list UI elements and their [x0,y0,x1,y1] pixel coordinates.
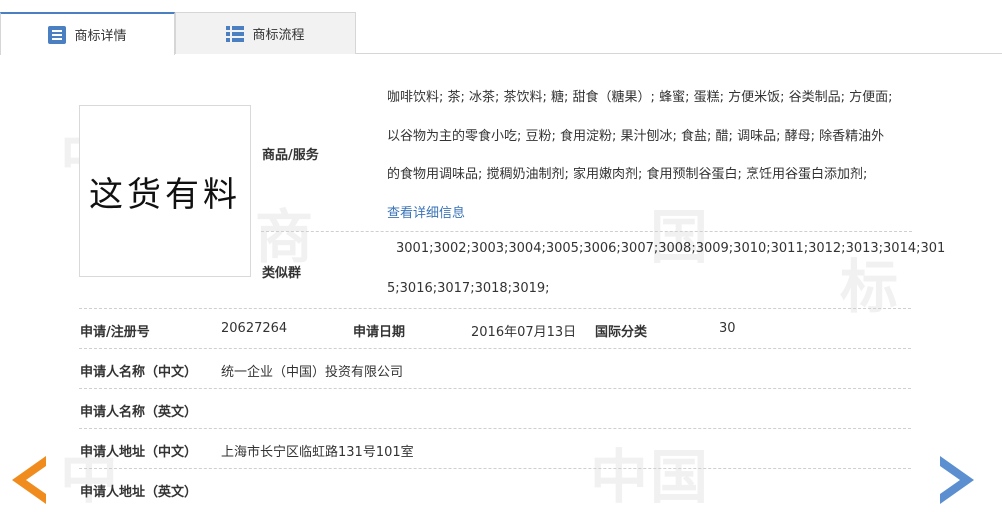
intl-class-value: 30 [719,321,736,336]
similar-groups-line: 3001;3002;3003;3004;3005;3006;3007;3008;… [396,241,946,256]
view-details-link[interactable]: 查看详细信息 [387,202,465,221]
next-arrow-button[interactable] [940,456,974,504]
tab-bar: 商标详情 商标流程 [0,0,1002,55]
similar-groups-line: 5;3016;3017;3018;3019; [387,281,550,296]
trademark-logo-text: 这货有料 [89,174,241,215]
tab-label: 商标流程 [252,28,305,43]
address-en-label: 申请人地址（英文） [80,485,198,500]
reg-no-label: 申请/注册号 [80,325,150,340]
apply-date-value: 2016年07月13日 [471,325,577,340]
goods-services-line: 咖啡饮料; 茶; 冰茶; 茶饮料; 糖; 甜食（糖果）; 蜂蜜; 蛋糕; 方便米… [387,90,893,105]
trademark-image: 这货有料 [79,105,251,277]
document-icon [48,25,67,44]
address-cn-label: 申请人地址（中文） [80,445,198,460]
tab-trademark-process[interactable]: 商标流程 [175,12,356,54]
goods-services-label: 商品/服务 [262,148,319,163]
apply-date-label: 申请日期 [353,325,406,340]
applicant-en-label: 申请人名称（英文） [80,405,198,420]
tab-label: 商标详情 [74,29,127,44]
previous-arrow-button[interactable] [12,456,46,504]
intl-class-label: 国际分类 [595,325,648,340]
divider [79,468,911,469]
goods-services-line: 的食物用调味品; 搅稠奶油制剂; 家用嫩肉剂; 食用预制谷蛋白; 烹饪用谷蛋白添… [387,167,868,182]
similar-groups-label: 类似群 [262,266,302,281]
divider [79,348,911,349]
tab-trademark-details[interactable]: 商标详情 [0,12,175,55]
applicant-cn-value: 统一企业（中国）投资有限公司 [221,365,404,380]
chevron-right-icon [940,456,974,504]
reg-no-value: 20627264 [221,321,288,336]
divider [79,388,911,389]
address-cn-value: 上海市长宁区临虹路131号101室 [221,445,414,460]
applicant-cn-label: 申请人名称（中文） [80,365,198,380]
watermark: 国 [650,443,709,511]
list-icon [226,25,245,43]
chevron-left-icon [12,456,46,504]
watermark: 国 [650,203,709,271]
divider [261,231,912,232]
watermark: 中 [590,443,649,511]
goods-services-line: 以谷物为主的零食小吃; 豆粉; 食用淀粉; 果汁刨冰; 食盐; 醋; 调味品; … [387,129,885,144]
divider [79,308,911,309]
divider [79,428,911,429]
